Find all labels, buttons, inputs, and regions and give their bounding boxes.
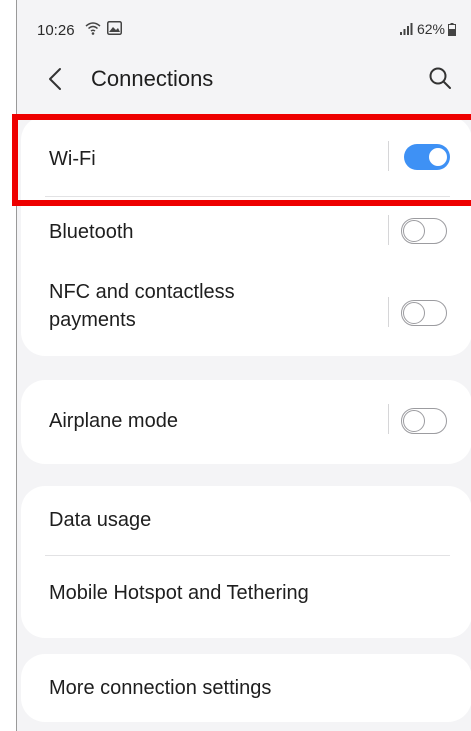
page-title: Connections	[91, 66, 214, 91]
more-card: More connection settings	[21, 654, 471, 722]
nfc-toggle-knob	[403, 302, 425, 324]
search-button[interactable]	[426, 64, 454, 92]
wifi-toggle-knob	[427, 146, 449, 168]
search-icon	[429, 67, 451, 89]
signal-icon	[399, 23, 413, 35]
wifi-label: Wi-Fi	[49, 148, 96, 170]
status-bar: 10:26 62%	[17, 0, 471, 56]
nfc-row[interactable]: NFC and contactless payments	[21, 267, 471, 356]
nfc-toggle[interactable]	[401, 300, 447, 326]
bluetooth-row[interactable]: Bluetooth	[21, 197, 471, 267]
battery-icon	[448, 22, 456, 36]
status-icons-left	[85, 20, 122, 36]
nfc-label-line2: payments	[49, 309, 136, 331]
more-settings-row[interactable]: More connection settings	[21, 654, 471, 722]
page-header: Connections	[17, 56, 471, 104]
hotspot-row[interactable]: Mobile Hotspot and Tethering	[21, 556, 471, 638]
airplane-row[interactable]: Airplane mode	[21, 380, 471, 464]
wifi-toggle[interactable]	[404, 144, 450, 170]
wifi-row[interactable]: Wi-Fi	[21, 116, 471, 196]
airplane-toggle-knob	[403, 410, 425, 432]
bluetooth-toggle[interactable]	[401, 218, 447, 244]
airplane-card: Airplane mode	[21, 380, 471, 464]
battery-percent: 62%	[416, 21, 445, 37]
airplane-label: Airplane mode	[49, 410, 178, 432]
data-usage-row[interactable]: Data usage	[21, 486, 471, 556]
wifi-calling-icon	[85, 22, 101, 35]
bluetooth-divider	[388, 215, 389, 245]
chevron-left-icon	[49, 68, 61, 90]
status-right: 62%	[399, 21, 456, 37]
phone-screen: 10:26 62% Connections Wi-Fi Bluetooth NF…	[16, 0, 471, 731]
wifi-divider	[388, 141, 389, 171]
gallery-notification-icon	[107, 21, 122, 35]
more-settings-label: More connection settings	[49, 677, 272, 699]
back-button[interactable]	[43, 64, 69, 94]
airplane-divider	[388, 404, 389, 434]
status-time: 10:26	[37, 22, 75, 39]
bluetooth-label: Bluetooth	[49, 221, 134, 243]
hotspot-label: Mobile Hotspot and Tethering	[49, 582, 309, 604]
airplane-toggle[interactable]	[401, 408, 447, 434]
data-card: Data usage Mobile Hotspot and Tethering	[21, 486, 471, 638]
connections-card: Wi-Fi Bluetooth NFC and contactless paym…	[21, 116, 471, 356]
bluetooth-toggle-knob	[403, 220, 425, 242]
nfc-label-line1: NFC and contactless	[49, 281, 235, 303]
nfc-divider	[388, 297, 389, 327]
data-usage-label: Data usage	[49, 509, 152, 531]
